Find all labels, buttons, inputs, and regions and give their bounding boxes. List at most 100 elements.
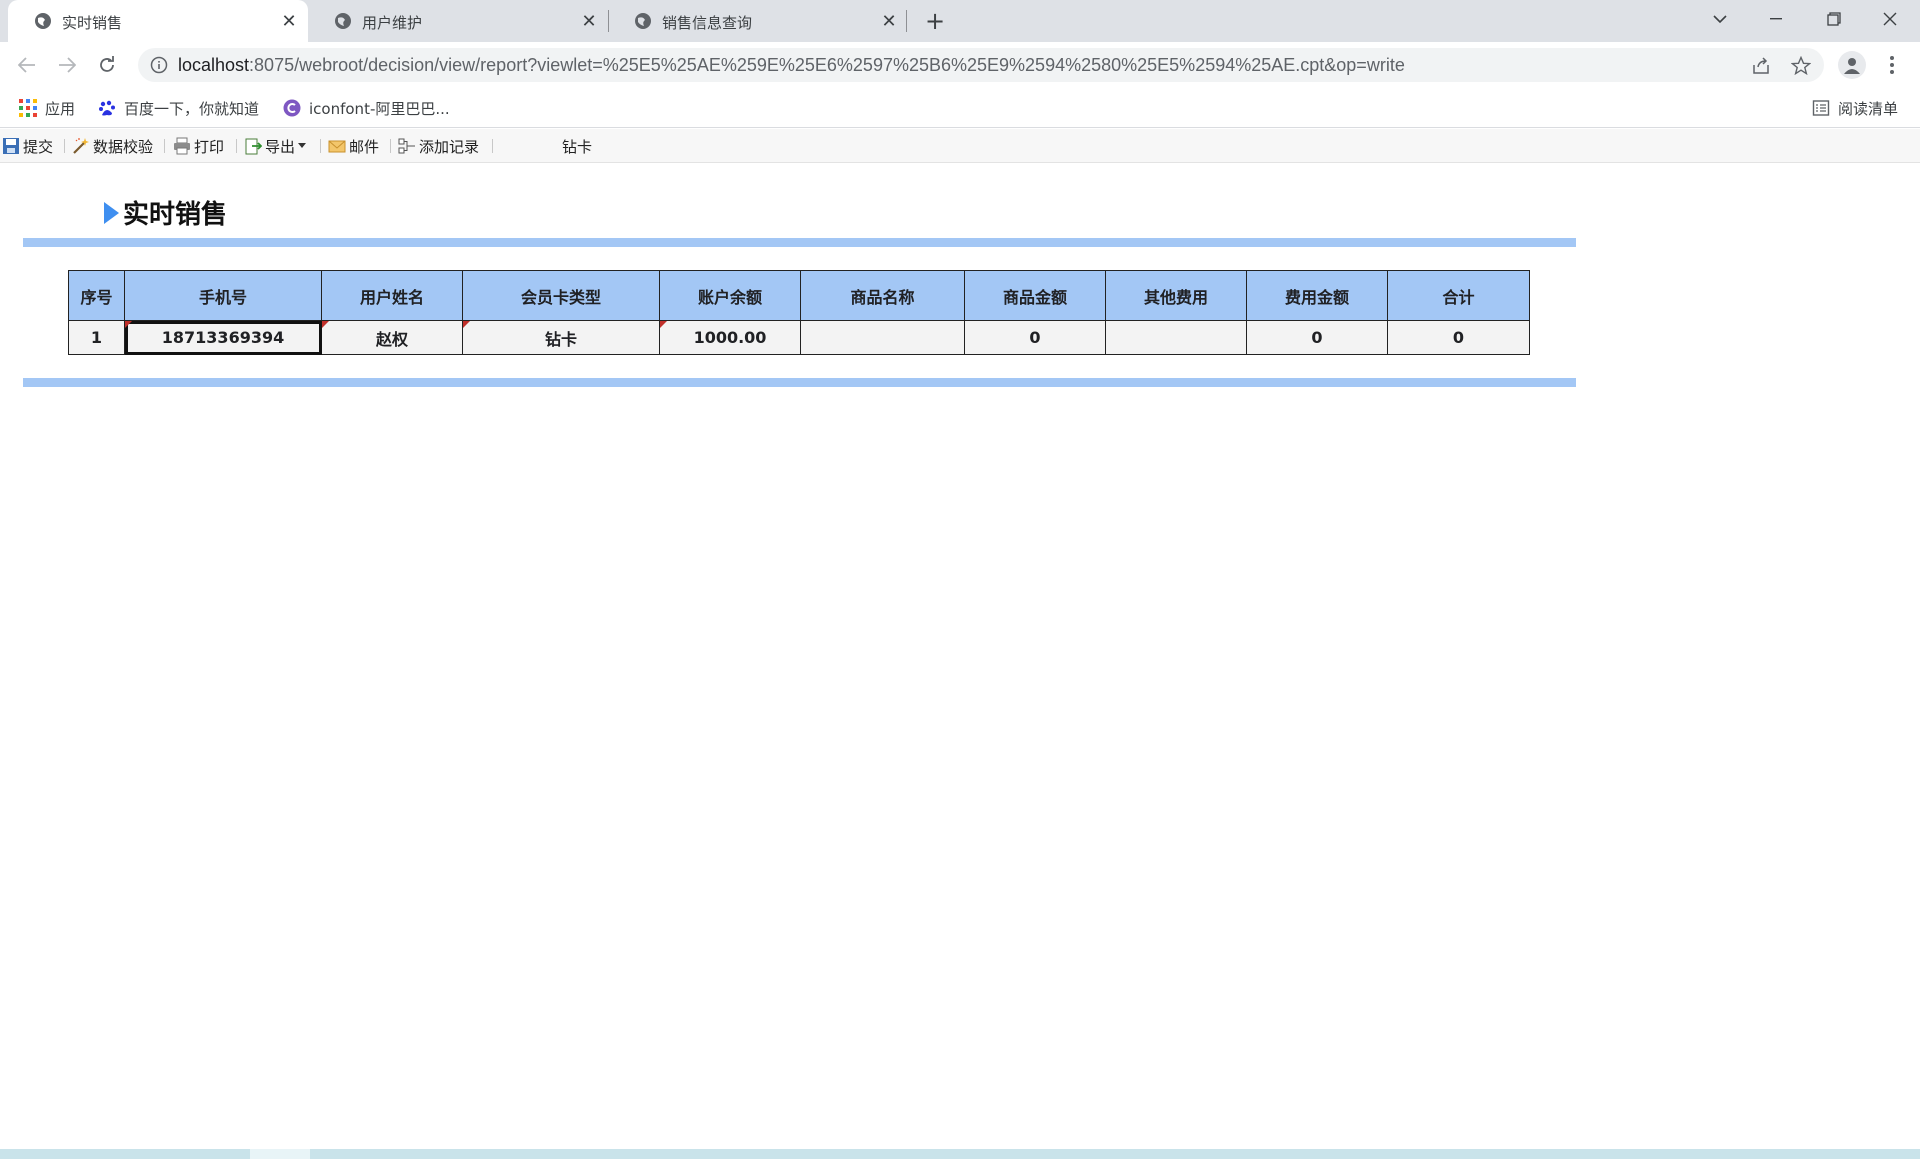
sales-table: 序号 手机号 用户姓名 会员卡类型 账户余额 商品名称 商品金额 其他费用 费用…	[68, 270, 1530, 355]
printer-icon	[174, 137, 190, 155]
column-header: 合计	[1387, 270, 1530, 321]
globe-icon	[635, 13, 651, 29]
address-bar[interactable]: localhost:8075/webroot/decision/view/rep…	[138, 48, 1824, 82]
column-header: 账户余额	[659, 270, 801, 321]
column-header: 商品名称	[800, 270, 965, 321]
add-record-icon	[398, 138, 415, 154]
edit-marker	[125, 321, 132, 328]
report-toolbar: 提交 数据校验 打印 导出 邮件 添加记录 钻卡	[0, 129, 1920, 163]
arrow-left-icon	[18, 57, 35, 73]
report-title-text: 实时销售	[123, 200, 228, 230]
table-header-row: 序号 手机号 用户姓名 会员卡类型 账户余额 商品名称 商品金额 其他费用 费用…	[68, 270, 1530, 321]
cell-product-name[interactable]	[800, 320, 965, 355]
toolbar-divider	[64, 139, 65, 153]
close-icon[interactable]: ✕	[878, 10, 900, 32]
edit-marker	[660, 321, 667, 328]
chevron-down-icon	[1713, 15, 1727, 24]
info-icon[interactable]	[150, 56, 168, 74]
tab-strip: 实时销售 ✕ 用户维护 ✕ 销售信息查询 ✕ +	[0, 0, 1920, 42]
reading-list-button[interactable]: 阅读清单	[1812, 97, 1898, 119]
restore-button[interactable]	[1806, 0, 1862, 38]
bookmark-label: iconfont-阿里巴巴...	[309, 99, 450, 118]
bookmark-label: 应用	[45, 99, 76, 118]
profile-button[interactable]	[1838, 51, 1866, 79]
tab-title: 实时销售	[62, 14, 123, 32]
cell-phone-input[interactable]: 18713369394	[124, 320, 322, 355]
iconfont-logo-icon	[283, 99, 301, 117]
close-icon	[1883, 12, 1897, 26]
column-header: 会员卡类型	[462, 270, 660, 321]
minimize-icon	[1770, 18, 1782, 20]
reading-list-icon	[1812, 100, 1830, 116]
tab-title: 用户维护	[362, 14, 423, 32]
tab-title: 销售信息查询	[662, 14, 753, 32]
browser-toolbar: localhost:8075/webroot/decision/view/rep…	[0, 42, 1920, 88]
cell-product-amount: 0	[964, 320, 1106, 355]
submit-button[interactable]: 提交	[2, 136, 53, 156]
column-header: 费用金额	[1246, 270, 1388, 321]
print-button[interactable]: 打印	[173, 136, 224, 156]
bookmark-apps[interactable]: 应用	[19, 97, 75, 119]
cell-total: 0	[1387, 320, 1530, 355]
taskbar-strip	[0, 1149, 1920, 1159]
tab-realtime-sales[interactable]: 实时销售 ✕	[8, 0, 308, 42]
table-row: 1 18713369394 赵权 钻卡 1000.00 0 0 0	[68, 320, 1530, 355]
cell-seq: 1	[68, 320, 125, 355]
reload-button[interactable]	[93, 51, 121, 79]
validate-button[interactable]: 数据校验	[72, 136, 153, 156]
minimize-button[interactable]	[1748, 0, 1804, 38]
star-icon	[1791, 56, 1811, 76]
submit-label: 提交	[23, 137, 54, 156]
bookmarks-bar: 应用 百度一下，你就知道 iconfont-阿里巴巴... 阅读清单	[0, 88, 1920, 128]
toolbar-divider	[164, 139, 165, 153]
cell-card-type-value: 钻卡	[544, 329, 577, 349]
arrow-right-icon	[59, 57, 76, 73]
bookmark-baidu[interactable]: 百度一下，你就知道	[98, 97, 259, 119]
column-header: 序号	[68, 270, 125, 321]
cell-card-type[interactable]: 钻卡	[462, 320, 660, 355]
add-record-label: 添加记录	[419, 137, 480, 156]
close-icon[interactable]: ✕	[278, 10, 300, 32]
report-title: 实时销售	[104, 194, 227, 231]
close-window-button[interactable]	[1862, 0, 1918, 38]
tab-search-button[interactable]	[1692, 0, 1748, 38]
apps-grid-icon	[19, 99, 37, 117]
export-label: 导出	[265, 137, 296, 156]
column-header: 手机号	[124, 270, 322, 321]
tab-user-maintenance[interactable]: 用户维护 ✕	[308, 0, 608, 42]
restore-icon	[1827, 12, 1841, 26]
back-button[interactable]	[13, 51, 41, 79]
cell-phone-value: 18713369394	[161, 328, 285, 347]
avatar-icon	[1844, 58, 1860, 74]
mail-button[interactable]: 邮件	[328, 136, 379, 156]
close-icon[interactable]: ✕	[578, 10, 600, 32]
toolbar-divider	[390, 139, 391, 153]
caret-down-icon	[298, 143, 307, 148]
export-button[interactable]: 导出	[244, 136, 307, 156]
add-record-button[interactable]: 添加记录	[398, 136, 479, 156]
export-icon	[245, 138, 262, 155]
save-icon	[3, 138, 19, 154]
reading-list-label: 阅读清单	[1838, 99, 1899, 118]
column-header: 用户姓名	[321, 270, 463, 321]
card-type-filter[interactable]: 钻卡	[562, 136, 592, 157]
url-text[interactable]: localhost:8075/webroot/decision/view/rep…	[178, 55, 1405, 76]
bookmark-iconfont[interactable]: iconfont-阿里巴巴...	[283, 97, 450, 119]
cell-username[interactable]: 赵权	[321, 320, 463, 355]
baidu-paw-icon	[99, 100, 115, 116]
cell-other-fee[interactable]	[1105, 320, 1247, 355]
validate-wand-icon	[73, 138, 89, 154]
new-tab-button[interactable]: +	[920, 6, 950, 36]
tab-divider	[906, 10, 907, 32]
tab-sales-query[interactable]: 销售信息查询 ✕	[608, 0, 908, 42]
mail-label: 邮件	[349, 137, 380, 156]
cell-balance[interactable]: 1000.00	[659, 320, 801, 355]
reload-icon	[100, 56, 114, 72]
browser-menu-button[interactable]	[1882, 51, 1902, 79]
bookmark-star-button[interactable]	[1790, 55, 1812, 77]
forward-button[interactable]	[53, 51, 81, 79]
cell-fee-amount: 0	[1246, 320, 1388, 355]
share-icon	[1753, 57, 1769, 74]
globe-icon	[35, 13, 51, 29]
share-button[interactable]	[1750, 55, 1772, 77]
